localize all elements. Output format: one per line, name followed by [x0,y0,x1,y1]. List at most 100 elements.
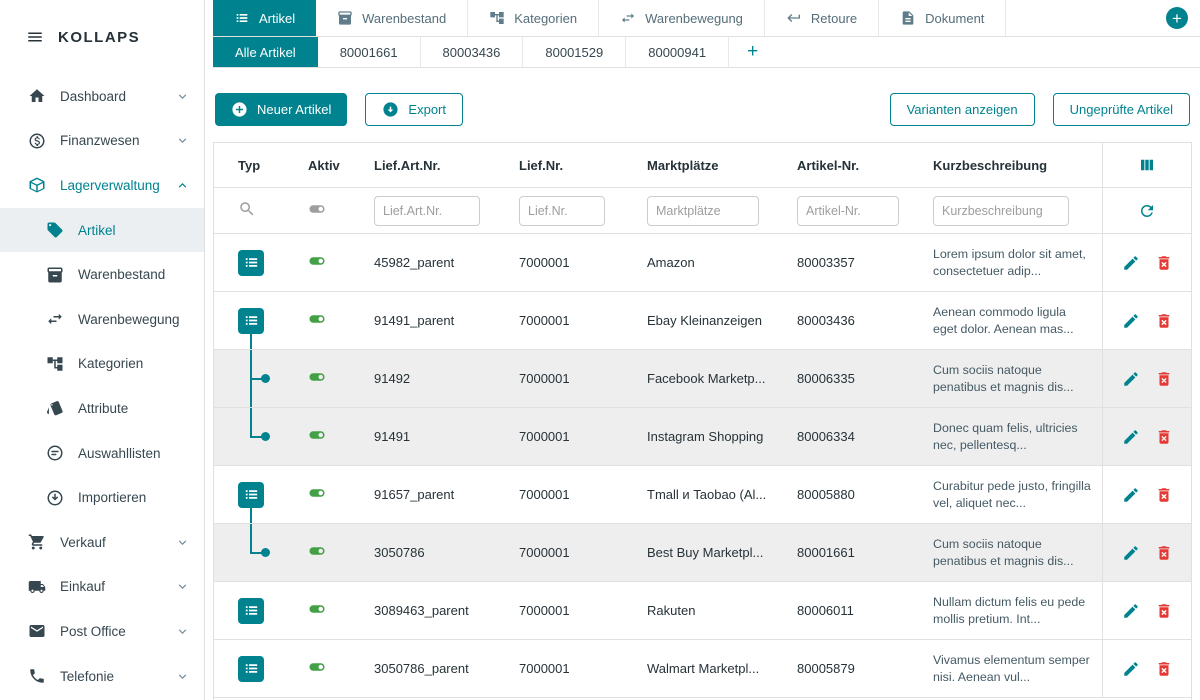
delete-icon[interactable] [1155,370,1173,388]
article-tabbar: Alle Artikel8000166180003436800015298000… [213,37,1200,68]
article-tab-alle-artikel[interactable]: Alle Artikel [213,37,318,67]
sidebar-item-post-office[interactable]: Post Office [0,609,204,654]
article-tab-80000941[interactable]: 80000941 [626,37,729,67]
col-header-lief-nr[interactable]: Lief.Nr. [501,158,631,173]
delete-icon[interactable] [1155,254,1173,272]
filter-row [214,188,1191,234]
edit-icon[interactable] [1122,370,1140,388]
sidebar-item-auswahllisten[interactable]: Auswahllisten [0,431,204,476]
filter-cell [631,196,781,226]
show-variants-button[interactable]: Varianten anzeigen [890,93,1035,126]
add-article-tab-button[interactable]: + [729,37,776,67]
delete-icon[interactable] [1155,486,1173,504]
delete-icon[interactable] [1155,544,1173,562]
filter-lief-nr-input[interactable] [519,196,605,226]
sidebar-item-telefonie[interactable]: Telefonie [0,654,204,699]
refresh-icon[interactable] [1138,202,1156,220]
sidebar-item-importieren[interactable]: Importieren [0,475,204,520]
typ-cell [214,408,282,465]
sidebar-item-artikel[interactable]: Artikel [0,208,204,253]
article-list-icon[interactable] [238,598,264,624]
delete-icon[interactable] [1155,312,1173,330]
col-header-typ[interactable]: Typ [214,158,282,173]
col-header-kurzbeschreibung[interactable]: Kurzbeschreibung [919,158,1102,173]
sidebar-item-einkauf[interactable]: Einkauf [0,565,204,610]
table-row[interactable]: 91491_parent7000001Ebay Kleinanzeigen800… [214,292,1191,350]
chevron-down-icon [175,624,190,639]
sidebar-item-warenbestand[interactable]: Warenbestand [0,252,204,297]
aktiv-cell[interactable] [282,426,356,447]
col-header-artikel-nr[interactable]: Artikel-Nr. [781,158,919,173]
edit-icon[interactable] [1122,602,1140,620]
delete-icon[interactable] [1155,660,1173,678]
articles-table: Typ Aktiv Lief.Art.Nr. Lief.Nr. Marktplä… [213,142,1192,700]
col-header-lief-art-nr[interactable]: Lief.Art.Nr. [356,158,501,173]
tab-retoure[interactable]: Retoure [765,0,879,36]
filter-aktiv[interactable] [282,200,356,221]
delete-icon[interactable] [1155,428,1173,446]
tab-warenbewegung[interactable]: Warenbewegung [599,0,765,36]
unchecked-articles-button[interactable]: Ungeprüfte Artikel [1053,93,1190,126]
toggle-icon [308,426,326,444]
article-tab-80001529[interactable]: 80001529 [523,37,626,67]
artikel-nr-cell: 80003436 [781,313,919,328]
tab-kategorien[interactable]: Kategorien [468,0,599,36]
edit-icon[interactable] [1122,312,1140,330]
filter-kurzbeschreibung-input[interactable] [933,196,1069,226]
article-tab-80001661[interactable]: 80001661 [318,37,421,67]
sidebar-item-dashboard[interactable]: Dashboard [0,74,204,119]
sitemap-icon [489,10,505,26]
aktiv-cell[interactable] [282,542,356,563]
table-row[interactable]: 30507867000001Best Buy Marketpl...800016… [214,524,1191,582]
aktiv-cell[interactable] [282,252,356,273]
aktiv-cell[interactable] [282,600,356,621]
table-row[interactable]: 91657_parent7000001Tmall и Taobao (Al...… [214,466,1191,524]
article-list-icon[interactable] [238,482,264,508]
table-row[interactable]: 3089463_parent7000001Rakuten80006011Null… [214,582,1191,640]
filter-artikel-nr-input[interactable] [797,196,899,226]
article-list-icon[interactable] [238,250,264,276]
edit-icon[interactable] [1122,428,1140,446]
sidebar-item-lagerverwaltung[interactable]: Lagerverwaltung [0,163,204,208]
table-row[interactable]: 3050786_parent7000001Walmart Marketpl...… [214,640,1191,698]
article-list-icon[interactable] [238,308,264,334]
lief-nr-cell: 7000001 [501,313,631,328]
chevron-down-icon [175,535,190,550]
table-row[interactable]: 914917000001Instagram Shopping80006334Do… [214,408,1191,466]
document-icon [900,10,916,26]
new-article-button[interactable]: Neuer Artikel [215,93,347,126]
col-header-aktiv[interactable]: Aktiv [282,158,356,173]
sidebar-item-warenbewegung[interactable]: Warenbewegung [0,297,204,342]
col-header-marktplaetze[interactable]: Marktplätze [631,158,781,173]
edit-icon[interactable] [1122,254,1140,272]
aktiv-cell[interactable] [282,484,356,505]
edit-icon[interactable] [1122,660,1140,678]
aktiv-cell[interactable] [282,368,356,389]
columns-icon[interactable] [1138,156,1156,174]
table-row[interactable]: 914927000001Facebook Marketp...80006335C… [214,350,1191,408]
article-tab-80003436[interactable]: 80003436 [421,37,524,67]
export-button[interactable]: Export [365,93,463,126]
article-list-icon[interactable] [238,656,264,682]
sidebar-item-finanzwesen[interactable]: Finanzwesen [0,119,204,164]
sidebar-item-attribute[interactable]: Attribute [0,386,204,431]
delete-icon[interactable] [1155,602,1173,620]
tab-dokument[interactable]: Dokument [879,0,1006,36]
filter-marktplaetze-input[interactable] [647,196,759,226]
add-tab-button[interactable]: + [1166,7,1188,29]
sidebar-item-label: Dashboard [60,89,175,104]
sidebar-item-kategorien[interactable]: Kategorien [0,342,204,387]
kurzbeschreibung-cell: Aenean commodo ligula eget dolor. Aenean… [919,304,1102,337]
filter-lief-art-nr-input[interactable] [374,196,480,226]
edit-icon[interactable] [1122,486,1140,504]
tab-artikel[interactable]: Artikel [213,0,316,36]
sidebar-item-verkauf[interactable]: Verkauf [0,520,204,565]
export-label: Export [408,102,446,117]
table-row[interactable]: 45982_parent7000001Amazon80003357Lorem i… [214,234,1191,292]
aktiv-cell[interactable] [282,658,356,679]
artikel-nr-cell: 80006011 [781,603,919,618]
hamburger-menu-icon[interactable] [26,28,44,46]
tab-warenbestand[interactable]: Warenbestand [316,0,468,36]
aktiv-cell[interactable] [282,310,356,331]
edit-icon[interactable] [1122,544,1140,562]
